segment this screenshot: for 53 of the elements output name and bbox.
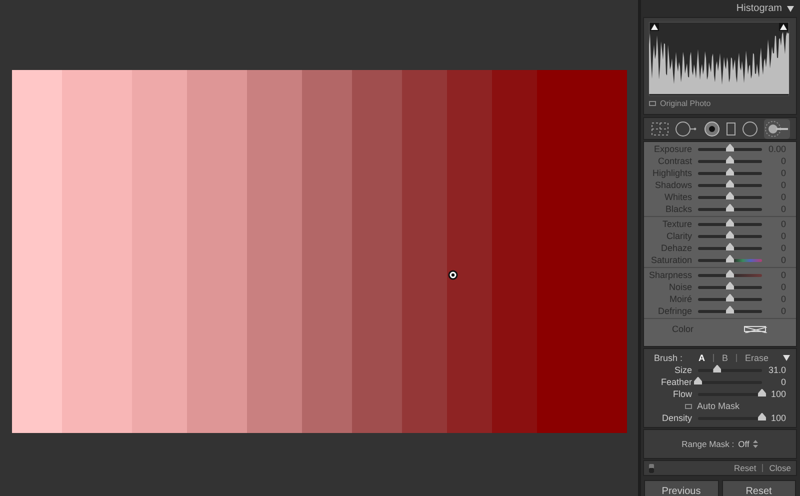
- grid-tool-icon[interactable]: [650, 120, 670, 136]
- radial-tool-icon[interactable]: [741, 120, 760, 138]
- slider-thumb[interactable]: [758, 388, 766, 396]
- slider-label: Density: [660, 413, 692, 423]
- previous-button[interactable]: Previous: [644, 480, 718, 496]
- graduated-tool-icon[interactable]: [725, 120, 738, 136]
- brush-tab[interactable]: A: [698, 352, 706, 362]
- reset-button[interactable]: Reset: [722, 480, 796, 496]
- slider-thumb[interactable]: [726, 282, 734, 290]
- slider-label: Feather: [660, 377, 692, 387]
- slider-thumb[interactable]: [726, 144, 734, 152]
- reset-link[interactable]: Reset: [734, 463, 756, 473]
- stepper-icon: [753, 440, 758, 448]
- checkbox-label: Auto Mask: [697, 401, 740, 411]
- slider-thumb[interactable]: [726, 294, 734, 302]
- slider-thumb[interactable]: [694, 376, 702, 384]
- slider-thumb[interactable]: [726, 270, 734, 278]
- brush-tab[interactable]: Erase: [745, 352, 769, 362]
- slider-value: 0: [780, 377, 787, 387]
- brush-tool-icon[interactable]: [764, 118, 790, 138]
- slider-thumb[interactable]: [726, 192, 734, 200]
- checkbox[interactable]: [649, 101, 656, 106]
- panel-title: Histogram: [736, 3, 782, 14]
- brush-label: Brush :: [654, 352, 683, 362]
- checkbox-label: Original Photo: [660, 99, 711, 108]
- slider-thumb[interactable]: [726, 156, 734, 164]
- close-link[interactable]: Close: [769, 463, 791, 473]
- slider-thumb[interactable]: [726, 230, 734, 238]
- slider-label: Flow: [672, 389, 692, 399]
- slider-thumb[interactable]: [726, 306, 734, 314]
- collapse-icon[interactable]: [783, 354, 790, 360]
- brush-tab[interactable]: B: [722, 352, 728, 362]
- slider-thumb[interactable]: [726, 168, 734, 176]
- collapse-icon[interactable]: [787, 6, 794, 12]
- checkbox[interactable]: [685, 404, 692, 408]
- color-swatch[interactable]: [744, 326, 766, 332]
- pin-icon[interactable]: [448, 270, 458, 280]
- slider-thumb[interactable]: [726, 204, 734, 212]
- slider-thumb[interactable]: [726, 254, 734, 262]
- slider-thumb[interactable]: [726, 242, 734, 250]
- slider-value: 31.0: [768, 365, 787, 375]
- slider-thumb[interactable]: [713, 364, 722, 372]
- redeye-tool-icon[interactable]: [702, 120, 721, 138]
- slider-label: Size: [673, 365, 692, 375]
- range-mask-label: Range Mask :: [682, 439, 734, 449]
- slider-value: 100: [770, 413, 787, 423]
- range-mask-dropdown[interactable]: Off: [738, 439, 750, 449]
- spot-tool-icon[interactable]: [674, 120, 698, 138]
- slider-thumb[interactable]: [726, 218, 734, 226]
- slider-thumb[interactable]: [726, 180, 734, 188]
- slider-thumb[interactable]: [758, 412, 766, 420]
- toggle-switch-icon[interactable]: [649, 464, 654, 472]
- slider-value: 100: [770, 389, 787, 399]
